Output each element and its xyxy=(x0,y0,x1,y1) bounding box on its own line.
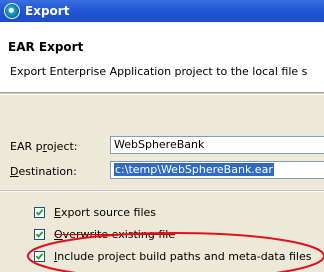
highlight-ellipse-annotation xyxy=(27,232,324,272)
